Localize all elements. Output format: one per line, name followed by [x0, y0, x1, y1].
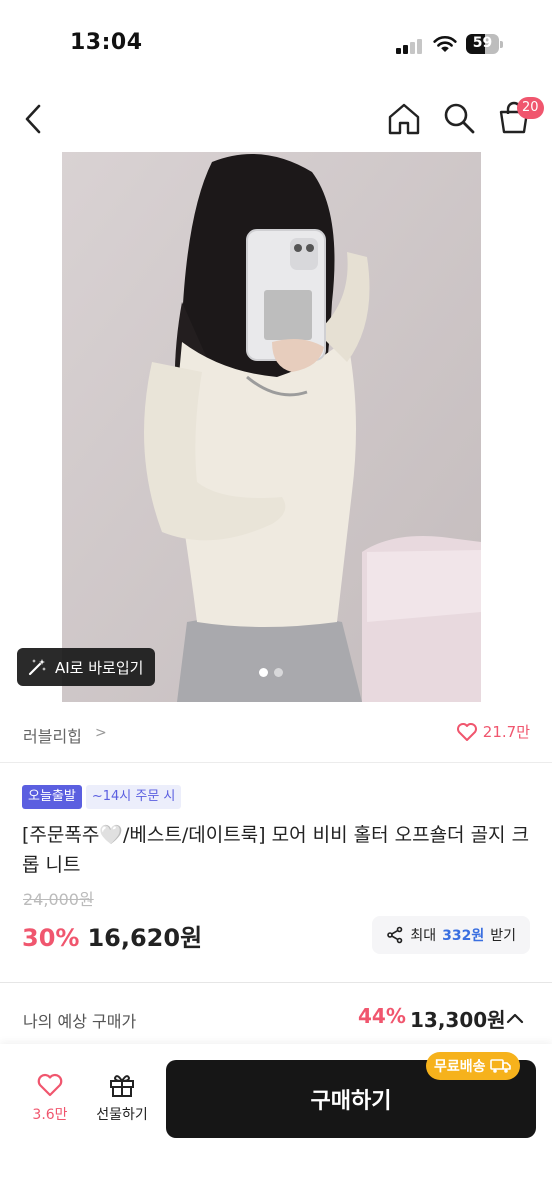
free-shipping-label: 무료배송 [434, 1059, 486, 1075]
estimated-price: 13,300원 [410, 1008, 506, 1032]
estimated-discount: 44% [358, 1004, 406, 1028]
chevron-right-icon[interactable]: > [95, 725, 107, 741]
ai-try-on-label: AI로 바로입기 [55, 658, 144, 677]
delivery-tags: 오늘출발 ~14시 주문 시 [22, 785, 182, 809]
like-button[interactable]: 3.6만 [22, 1072, 78, 1124]
like-count: 3.6만 [32, 1107, 68, 1123]
brand-name[interactable]: 러블리힙 [23, 723, 82, 747]
price-row: 30% 16,620원 [22, 918, 202, 953]
heart-icon [37, 1073, 63, 1097]
brand-row: 러블리힙 > 21.7만 [0, 706, 552, 762]
home-icon[interactable] [386, 101, 422, 137]
battery-icon: 59 [466, 34, 503, 54]
order-deadline-badge: ~14시 주문 시 [85, 785, 182, 809]
ai-try-on-button[interactable]: AI로 바로입기 [17, 648, 155, 686]
gift-button[interactable]: 선물하기 [88, 1072, 156, 1124]
discount-rate: 30% [22, 924, 80, 952]
product-image[interactable] [62, 152, 481, 702]
brand-like[interactable]: 21.7만 [456, 721, 530, 742]
share-reward-button[interactable]: 최대 332원 받기 [372, 916, 530, 954]
sale-price: 16,620원 [87, 924, 203, 952]
cart-count-badge: 20 [517, 97, 544, 119]
estimated-price-label: 나의 예상 구매가 [23, 1012, 137, 1031]
battery-level: 59 [472, 35, 493, 51]
product-photo [62, 152, 481, 702]
pagination-dot[interactable] [274, 668, 283, 677]
reward-prefix: 최대 [410, 928, 437, 944]
share-icon [387, 926, 403, 944]
chevron-up-icon[interactable] [504, 1008, 526, 1030]
free-shipping-badge: 무료배송 [426, 1052, 520, 1080]
reward-suffix: 받기 [490, 928, 516, 944]
image-pagination [259, 668, 283, 677]
back-icon[interactable] [18, 100, 50, 138]
search-icon[interactable] [441, 100, 477, 136]
bottom-action-bar: 3.6만 선물하기 구매하기 무료배송 [0, 1044, 552, 1200]
divider [0, 762, 552, 763]
gift-label: 선물하기 [96, 1107, 148, 1123]
signal-icon [396, 38, 422, 54]
brand-like-count: 21.7만 [482, 723, 530, 741]
divider [0, 982, 552, 983]
gift-icon [110, 1075, 134, 1097]
pagination-dot[interactable] [259, 668, 268, 677]
reward-amount: 332원 [442, 928, 485, 944]
same-day-badge: 오늘출발 [22, 785, 82, 809]
heart-icon [456, 722, 477, 741]
wifi-icon [433, 35, 457, 52]
magic-wand-icon [28, 659, 46, 676]
status-time: 13:04 [70, 30, 143, 55]
truck-icon [489, 1059, 511, 1073]
original-price: 24,000원 [23, 890, 94, 909]
product-title: [주문폭주🤍/베스트/데이트룩] 모어 비비 홀터 오프숄더 골지 크롭 니트 [22, 824, 530, 876]
status-bar: 13:04 59 [0, 0, 552, 88]
top-header: 20 [0, 88, 552, 150]
estimated-price-row[interactable]: 나의 예상 구매가 44% 13,300원 [0, 994, 552, 1044]
